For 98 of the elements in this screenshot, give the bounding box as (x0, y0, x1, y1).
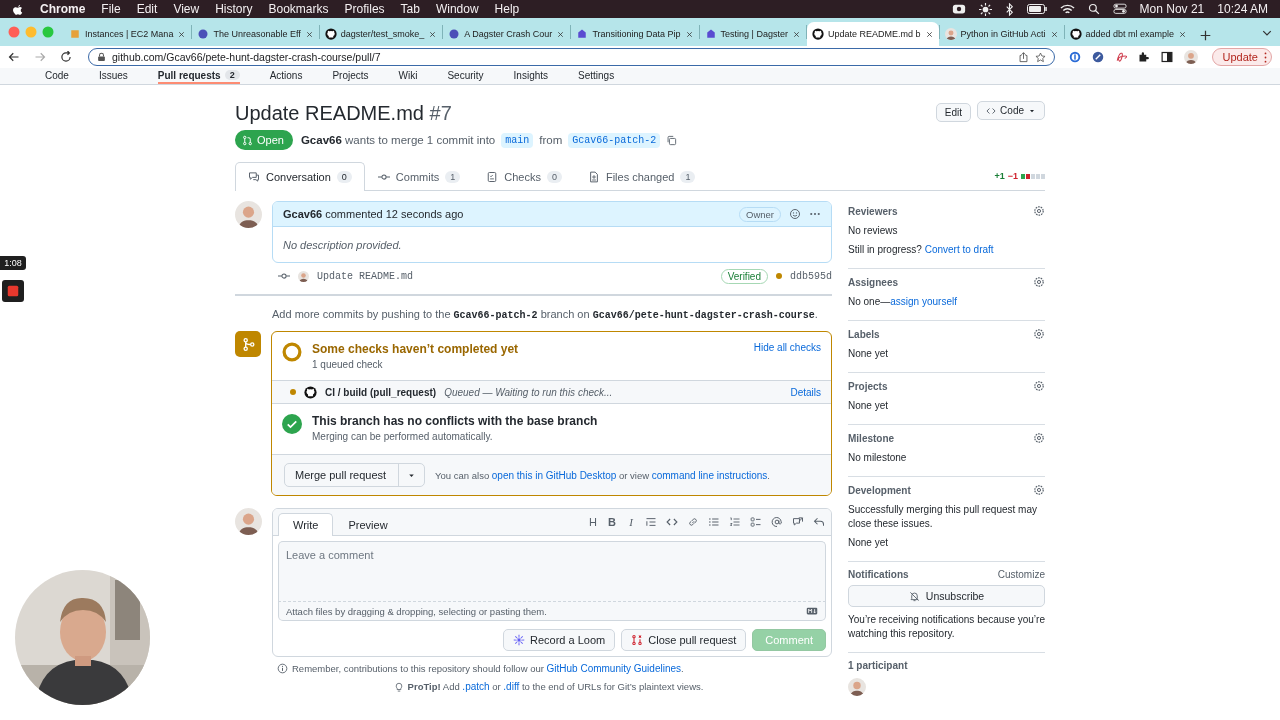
pr-tab[interactable]: Commits 1 (364, 162, 474, 191)
update-button[interactable]: Update (1211, 48, 1272, 66)
deletions-count: −1 (1007, 171, 1018, 181)
link[interactable]: Details (790, 386, 821, 398)
section-title: Notifications (848, 569, 909, 580)
menu-item[interactable]: Tab (400, 2, 420, 16)
repo-tab[interactable]: Settings (578, 68, 615, 84)
sidebar-text: You’re receiving notifications because you’re watching this repository. (848, 613, 1045, 641)
repo-tab[interactable]: Security (447, 68, 484, 84)
comment-header: Gcav66 commented 12 seconds ago (283, 208, 464, 220)
menu-item[interactable]: File (101, 2, 121, 16)
browser-tab[interactable]: added dbt ml example (1064, 22, 1193, 46)
code-button[interactable]: Code (977, 101, 1045, 120)
record-button[interactable]: Record a Loom (503, 629, 616, 651)
check-status: Queued — Waiting to run this check... (444, 386, 613, 398)
comment-field[interactable]: Leave a comment (278, 541, 826, 601)
link[interactable]: .patch (462, 681, 490, 692)
conflicts-subtitle: Merging can be performed automatically. (312, 431, 494, 442)
pr-tab[interactable]: Conversation 0 (235, 162, 365, 191)
checks-subtitle: 1 queued check (312, 359, 384, 370)
guidelines-note: Remember, contributions to this repository should follow our GitHub Community Guidelines. (292, 663, 684, 674)
menu-item[interactable]: Help (494, 2, 520, 16)
repo-tab[interactable]: Wiki (398, 68, 418, 84)
menu-item[interactable]: Profiles (344, 2, 385, 16)
link[interactable]: open this in GitHub Desktop (491, 469, 617, 481)
section-title: 1 participant (848, 660, 908, 671)
link[interactable]: assign yourself (890, 296, 957, 307)
sidebar-text: None yet (848, 536, 890, 550)
app-menu[interactable]: Chrome (40, 2, 86, 16)
menu-item[interactable]: Edit (136, 2, 158, 16)
sidebar-text: No reviews (848, 224, 899, 238)
pr-title: Update README.md (235, 102, 424, 124)
sidebar-text: No milestone (848, 451, 908, 465)
recording-timer: 1:08 (0, 256, 26, 270)
summary-text: from (539, 134, 563, 146)
checks-title: Some checks haven’t completed yet (312, 342, 520, 356)
link[interactable]: Hide all checks (753, 342, 821, 353)
conflicts-title: This branch has no conflicts with the base branch (312, 414, 599, 428)
browser-tab[interactable]: dagster/test_smoke_ (319, 22, 443, 46)
menu-item[interactable]: View (173, 2, 200, 16)
repo-tab[interactable]: Projects (332, 68, 369, 84)
comment-body: No description provided. (282, 238, 403, 253)
repo-tab[interactable]: Issues (98, 68, 128, 84)
sidebar-text: No one—assign yourself (848, 295, 958, 309)
push-hint: Add more commits by pushing to the Gcav66-patch-2 branch on Gcav66/pete-hunt-dagster-crash-course. (272, 308, 819, 321)
menu-item[interactable]: History (215, 2, 253, 16)
browser-tab[interactable]: A Dagster Crash Cour (443, 22, 571, 46)
link[interactable]: Customize (997, 569, 1045, 580)
menu-item[interactable]: Window (435, 2, 479, 16)
menubar-date: Mon Nov 21 (1139, 2, 1205, 16)
browser-tab[interactable]: Update README.md b (806, 22, 939, 46)
format-button[interactable]: H (588, 516, 598, 528)
additions-count: +1 (994, 171, 1005, 181)
branch-name[interactable]: Gcav66-patch-2 (568, 132, 661, 148)
close-button[interactable]: Close pull request (621, 629, 747, 651)
pr-summary: Gcav66 wants to merge 1 commit into (300, 134, 496, 146)
editor-tab[interactable]: Preview (333, 513, 403, 536)
status-badge: Open (235, 130, 293, 150)
menubar-time: 10:24 AM (1217, 2, 1268, 16)
format-button[interactable]: I (626, 516, 636, 528)
link[interactable]: .diff (503, 681, 520, 692)
pr-tab[interactable]: Checks 0 (473, 162, 575, 191)
unsubscribe-button[interactable]: Unsubscribe (848, 585, 1045, 607)
sidebar-text: None yet (848, 347, 890, 361)
edit-button[interactable]: Edit (935, 102, 972, 122)
repo-tab[interactable]: Insights (513, 68, 549, 84)
check-name: CI / build (pull_request) (325, 386, 437, 398)
browser-tab[interactable]: Python in GitHub Acti (939, 22, 1064, 46)
protip-text: ProTip! Add .patch or .diff to the end of URLs for Git’s plaintext views. (407, 681, 704, 692)
commit-sha[interactable]: ddb595d (790, 270, 832, 282)
repo-tab[interactable]: Pull requests 2 (157, 68, 240, 84)
attach-hint: Attach files by dragging & dropping, selecting or pasting them. (286, 605, 547, 617)
browser-tab[interactable]: The Unreasonable Eff (192, 22, 319, 46)
pr-number: #7 (429, 102, 452, 124)
sidebar-text: Successfully merging this pull request may close these issues. (848, 503, 1038, 531)
merge-button[interactable]: Merge pull request (284, 463, 426, 487)
browser-tab[interactable]: Transitioning Data Pip (571, 22, 699, 46)
repo-tab[interactable]: Code (45, 68, 69, 84)
browser-tab[interactable]: Instances | EC2 Mana (64, 22, 192, 46)
section-title: Reviewers (848, 205, 898, 217)
section-title: Assignees (848, 276, 899, 288)
section-title: Development (848, 484, 911, 496)
sidebar-text: None yet (848, 399, 890, 413)
link[interactable]: Convert to draft (924, 244, 994, 255)
branch-name[interactable]: main (501, 132, 534, 148)
pr-tab[interactable]: Files changed 1 (574, 162, 709, 191)
format-button[interactable]: B (607, 516, 617, 528)
merge-hint: You can also open this in GitHub Desktop or view command line instructions. (435, 469, 770, 481)
section-title: Milestone (848, 432, 895, 444)
repo-tab[interactable]: Actions (269, 68, 303, 84)
browser-tab[interactable]: Testing | Dagster (699, 22, 806, 46)
link[interactable]: GitHub Community Guidelines (546, 663, 681, 674)
commit-message[interactable]: Update README.md (317, 270, 413, 282)
editor-tab[interactable]: Write (278, 513, 334, 536)
sidebar-text: Still in progress? Convert to draft (848, 243, 995, 257)
menu-item[interactable]: Bookmarks (268, 2, 329, 16)
section-title: Labels (848, 328, 880, 340)
section-title: Projects (848, 380, 888, 392)
